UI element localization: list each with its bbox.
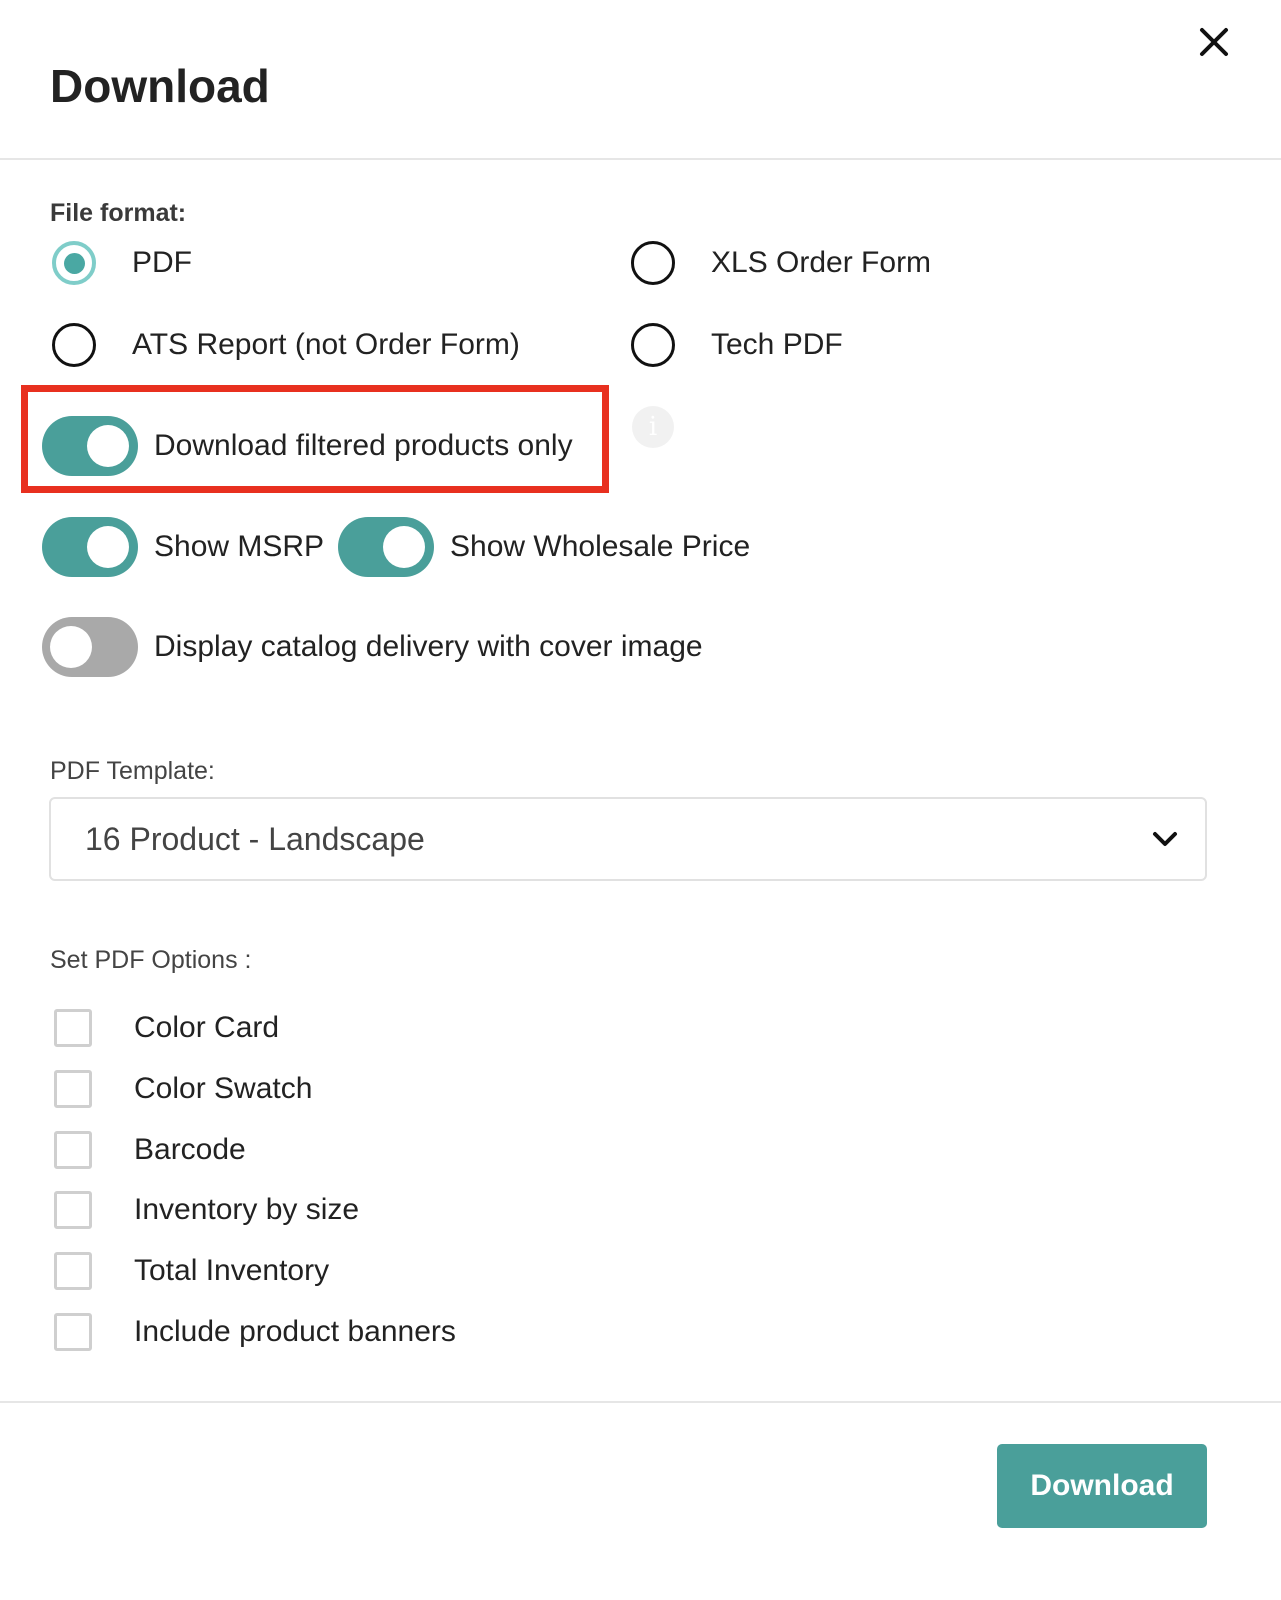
- checkbox-inventory-by-size-label: Inventory by size: [134, 1193, 360, 1226]
- checkbox-color-swatch[interactable]: Color Swatch: [54, 1069, 312, 1109]
- checkbox-color-swatch-label: Color Swatch: [134, 1072, 313, 1105]
- info-icon-glyph: i: [648, 412, 658, 442]
- toggle-knob: [50, 626, 92, 668]
- pdf-template-select[interactable]: 16 Product - Landscape: [49, 797, 1207, 881]
- toggle-show-wholesale-price-label: Show Wholesale Price: [450, 530, 751, 563]
- checkbox-color-card[interactable]: Color Card: [54, 1008, 279, 1048]
- toggle-filtered-products-switch[interactable]: [42, 416, 138, 476]
- radio-tech-pdf[interactable]: Tech PDF: [631, 320, 843, 370]
- checkbox-color-swatch-box[interactable]: [54, 1070, 92, 1108]
- toggle-show-msrp-switch[interactable]: [42, 517, 138, 577]
- toggle-knob: [87, 526, 129, 568]
- toggle-catalog-delivery[interactable]: Display catalog delivery with cover imag…: [42, 617, 703, 677]
- radio-ats-report[interactable]: ATS Report (not Order Form): [52, 320, 520, 370]
- checkbox-total-inventory-box[interactable]: [54, 1252, 92, 1290]
- radio-tech-pdf-indicator[interactable]: [631, 323, 675, 367]
- header-divider: [0, 158, 1281, 160]
- toggle-filtered-products[interactable]: Download filtered products only: [42, 416, 573, 476]
- close-button[interactable]: [1190, 18, 1238, 66]
- toggle-show-wholesale-price-switch[interactable]: [338, 517, 434, 577]
- radio-xls-order-form[interactable]: XLS Order Form: [631, 238, 931, 288]
- toggle-knob: [383, 526, 425, 568]
- radio-ats-report-label: ATS Report (not Order Form): [132, 328, 520, 361]
- pdf-options-label: Set PDF Options :: [50, 946, 252, 974]
- checkbox-color-card-box[interactable]: [54, 1009, 92, 1047]
- toggle-show-wholesale-price[interactable]: Show Wholesale Price: [338, 517, 750, 577]
- checkbox-include-product-banners-label: Include product banners: [134, 1315, 456, 1348]
- radio-ats-report-indicator[interactable]: [52, 323, 96, 367]
- checkbox-barcode-label: Barcode: [134, 1133, 246, 1166]
- footer-divider: [0, 1401, 1281, 1403]
- chevron-down-icon: [1153, 832, 1177, 846]
- checkbox-include-product-banners-box[interactable]: [54, 1313, 92, 1351]
- toggle-filtered-products-label: Download filtered products only: [154, 429, 573, 462]
- checkbox-barcode[interactable]: Barcode: [54, 1130, 246, 1170]
- checkbox-include-product-banners[interactable]: Include product banners: [54, 1312, 456, 1352]
- radio-pdf-label: PDF: [132, 246, 192, 279]
- radio-tech-pdf-label: Tech PDF: [711, 328, 843, 361]
- checkbox-barcode-box[interactable]: [54, 1131, 92, 1169]
- pdf-template-label: PDF Template:: [50, 757, 215, 785]
- checkbox-total-inventory-label: Total Inventory: [134, 1254, 330, 1287]
- checkbox-color-card-label: Color Card: [134, 1011, 280, 1044]
- toggle-show-msrp-label: Show MSRP: [154, 530, 325, 563]
- toggle-catalog-delivery-switch[interactable]: [42, 617, 138, 677]
- checkbox-inventory-by-size-box[interactable]: [54, 1191, 92, 1229]
- info-icon[interactable]: i: [632, 406, 674, 448]
- radio-xls-order-form-label: XLS Order Form: [711, 246, 932, 279]
- toggle-show-msrp[interactable]: Show MSRP: [42, 517, 324, 577]
- radio-xls-order-form-indicator[interactable]: [631, 241, 675, 285]
- toggle-knob: [87, 425, 129, 467]
- dialog-title: Download: [50, 60, 270, 112]
- checkbox-total-inventory[interactable]: Total Inventory: [54, 1251, 329, 1291]
- pdf-template-value: 16 Product - Landscape: [85, 821, 425, 857]
- file-format-label: File format:: [50, 199, 187, 227]
- close-icon: [1200, 28, 1228, 56]
- toggle-catalog-delivery-label: Display catalog delivery with cover imag…: [154, 630, 703, 663]
- checkbox-inventory-by-size[interactable]: Inventory by size: [54, 1190, 359, 1230]
- radio-pdf[interactable]: PDF: [52, 238, 192, 288]
- download-button[interactable]: Download: [997, 1444, 1207, 1528]
- radio-pdf-indicator[interactable]: [52, 241, 96, 285]
